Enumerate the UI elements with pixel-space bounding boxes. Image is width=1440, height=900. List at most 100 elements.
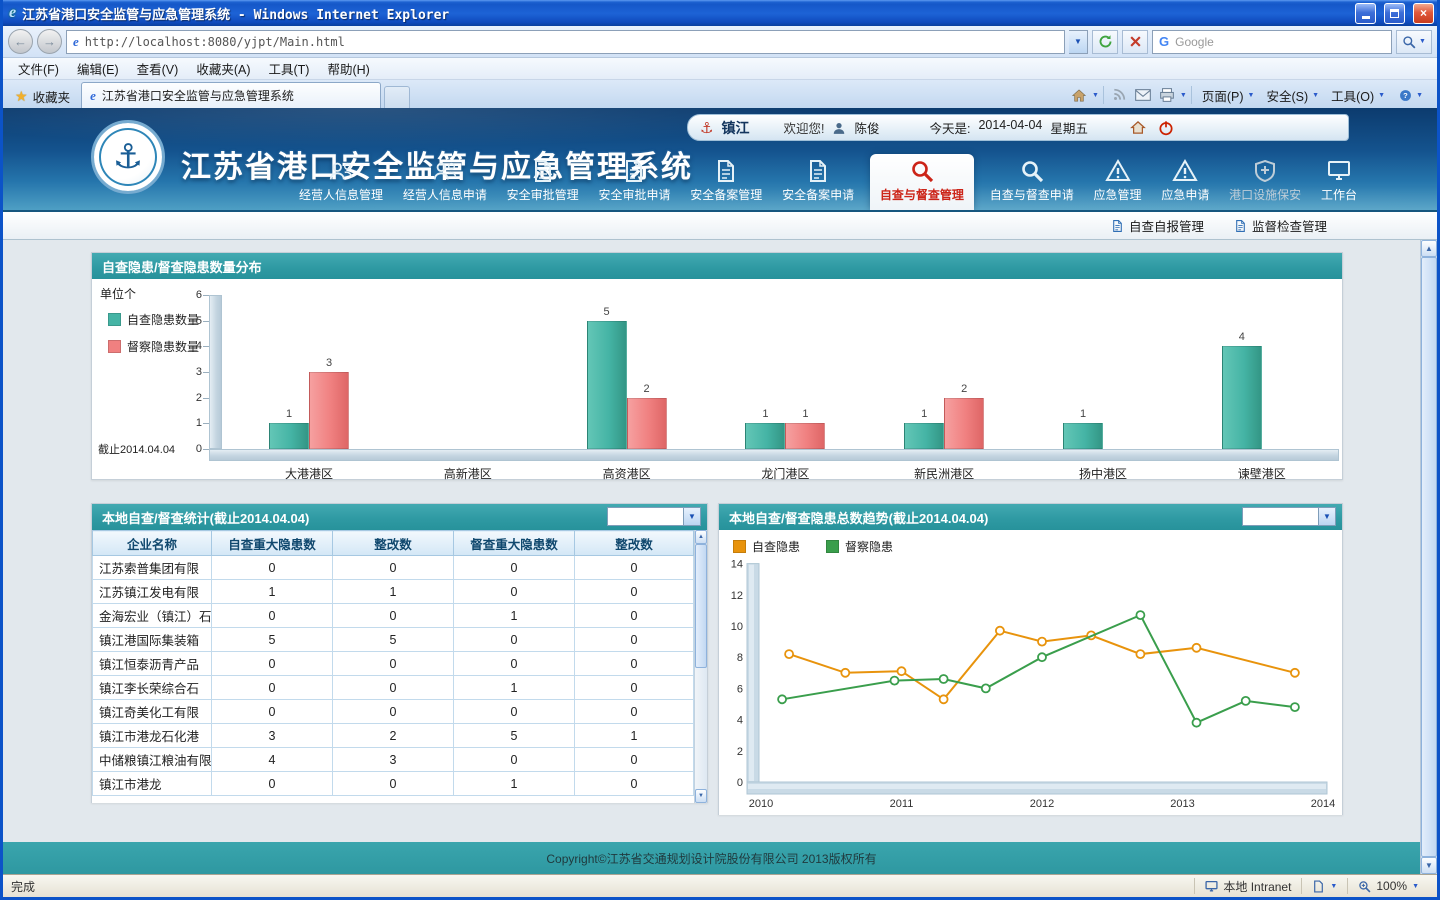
nav-item-operator-info-mgmt[interactable]: 经营人信息管理 [295, 155, 387, 210]
home-button[interactable] [1068, 84, 1090, 106]
nav-item-self-check-supervision-mgmt[interactable]: 自查与督查管理 [870, 154, 974, 210]
page-scrollbar-thumb[interactable] [1421, 257, 1437, 857]
stop-button[interactable] [1122, 30, 1148, 54]
forward-button[interactable]: → [37, 29, 62, 54]
y-axis-tick [203, 321, 209, 322]
nav-item-workbench[interactable]: 工作台 [1317, 155, 1361, 210]
browser-tab[interactable]: e 江苏省港口安全监管与应急管理系统 [81, 82, 381, 108]
zoom-control[interactable]: 100% ▼ [1347, 878, 1429, 894]
table-row[interactable]: 镇江奇美化工有限0000 [93, 700, 694, 724]
value-cell: 3 [333, 748, 454, 772]
maximize-button[interactable] [1384, 3, 1405, 24]
close-button[interactable]: × [1413, 3, 1434, 24]
warning-icon [1105, 159, 1131, 183]
scroll-down-button[interactable]: ▼ [1421, 857, 1437, 874]
address-bar[interactable]: e http://localhost:8080/yjpt/Main.html [66, 30, 1065, 54]
tab-favicon-icon: e [90, 88, 96, 104]
x-axis-category-label: 扬中港区 [1024, 465, 1182, 482]
table-scrollbar[interactable]: ▲ ▼ [694, 530, 707, 803]
page-scrollbar[interactable]: ▲ ▼ [1420, 240, 1437, 874]
company-name-cell: 镇江市港龙石化港 [93, 724, 212, 748]
favorites-button[interactable]: ★ 收藏夹 [7, 84, 78, 108]
command-button-1[interactable]: 安全(S) ▼ [1260, 84, 1325, 106]
table-row[interactable]: 镇江恒泰沥青产品0000 [93, 652, 694, 676]
nav-item-label: 应急申请 [1161, 186, 1209, 203]
cutoff-label: 截止2014.04.04 [98, 441, 175, 457]
nav-item-self-check-supervision-apply[interactable]: 自查与督查申请 [986, 155, 1078, 210]
read-mail-button[interactable] [1132, 84, 1154, 106]
menu-item-3[interactable]: 收藏夹(A) [187, 57, 259, 80]
company-name-cell: 镇江港国际集装箱 [93, 628, 212, 652]
minimize-button[interactable] [1355, 3, 1376, 24]
y-axis-tick-label: 4 [178, 340, 202, 352]
table-row[interactable]: 中储粮镇江粮油有限4300 [93, 748, 694, 772]
menu-item-5[interactable]: 帮助(H) [318, 57, 378, 80]
value-cell: 0 [575, 748, 694, 772]
print-dropdown-icon[interactable]: ▼ [1180, 92, 1187, 99]
home-shortcut-icon[interactable] [1130, 120, 1146, 135]
table-row[interactable]: 镇江李长荣综合石0010 [93, 676, 694, 700]
mode-indicator[interactable]: ▼ [1301, 878, 1347, 894]
submenu-item-self-check-report-mgmt[interactable]: 自查自报管理 [1111, 216, 1204, 235]
window-titlebar: e 江苏省港口安全监管与应急管理系统 - Windows Internet Ex… [3, 0, 1437, 26]
svg-text:2012: 2012 [1030, 798, 1054, 810]
line-chart-legend: 自查隐患督察隐患 [733, 538, 893, 555]
table-row[interactable]: 镇江市港龙石化港3251 [93, 724, 694, 748]
svg-text:0: 0 [737, 777, 743, 789]
trend-filter-select[interactable]: ▼ [1242, 507, 1336, 526]
menu-item-1[interactable]: 编辑(E) [68, 57, 128, 80]
table-scroll-up-button[interactable]: ▲ [695, 530, 707, 544]
doc-icon [621, 159, 647, 183]
nav-item-port-facility-security[interactable]: 港口设施保安 [1225, 155, 1305, 210]
main-content: 自查隐患/督查隐患数量分布 单位个 自查隐患数量督察隐患数量 截止2014.04… [3, 240, 1420, 842]
svg-text:?: ? [1403, 91, 1408, 100]
address-dropdown-button[interactable]: ▼ [1069, 30, 1088, 54]
menu-item-0[interactable]: 文件(F) [9, 57, 68, 80]
svg-text:6: 6 [737, 683, 743, 695]
table-scrollbar-thumb[interactable] [695, 544, 707, 668]
scroll-up-button[interactable]: ▲ [1421, 240, 1437, 257]
nav-item-operator-info-apply[interactable]: 经营人信息申请 [399, 155, 491, 210]
search-box[interactable]: G Google [1152, 30, 1392, 54]
nav-item-emergency-apply[interactable]: 应急申请 [1157, 155, 1213, 210]
table-row[interactable]: 江苏索普集团有限0000 [93, 556, 694, 580]
refresh-button[interactable] [1092, 30, 1118, 54]
monitor-icon [1326, 159, 1352, 183]
command-bar: ▼ ▼ 页面(P) ▼安全(S) ▼工具(O) ▼ ? ▼ [1064, 82, 1433, 108]
back-button[interactable]: ← [8, 29, 33, 54]
quick-tabs-stub[interactable] [384, 86, 410, 108]
tabs-bar: ★ 收藏夹 e 江苏省港口安全监管与应急管理系统 ▼ ▼ 页面(P) ▼安全(S… [3, 80, 1437, 108]
magnifier-icon [1019, 159, 1045, 183]
print-button[interactable] [1156, 84, 1178, 106]
table-row[interactable]: 金海宏业（镇江）石0010 [93, 604, 694, 628]
nav-item-emergency-mgmt[interactable]: 应急管理 [1090, 155, 1146, 210]
logout-icon[interactable] [1158, 120, 1174, 136]
feed-button[interactable] [1108, 84, 1130, 106]
command-button-2[interactable]: 工具(O) ▼ [1325, 84, 1391, 106]
bar-self-check [745, 423, 785, 449]
menu-item-2[interactable]: 查看(V) [128, 57, 188, 80]
stats-filter-select[interactable]: ▼ [607, 507, 701, 526]
stats-table-body: 企业名称自查重大隐患数整改数督查重大隐患数整改数江苏索普集团有限0000江苏镇江… [92, 530, 707, 803]
command-button-0[interactable]: 页面(P) ▼ [1196, 84, 1261, 106]
search-button[interactable]: ▼ [1396, 30, 1432, 54]
table-row[interactable]: 镇江港国际集装箱5500 [93, 628, 694, 652]
doc-icon [805, 159, 831, 183]
nav-item-safety-record-apply[interactable]: 安全备案申请 [778, 155, 858, 210]
home-dropdown-icon[interactable]: ▼ [1092, 92, 1099, 99]
help-button[interactable]: ? ▼ [1393, 84, 1429, 106]
doc-icon [713, 159, 739, 183]
port-name: 镇江 [721, 118, 749, 138]
table-scroll-down-button[interactable]: ▼ [695, 789, 707, 803]
nav-item-safety-approval-apply[interactable]: 安全审批申请 [594, 155, 674, 210]
table-row[interactable]: 江苏镇江发电有限1100 [93, 580, 694, 604]
nav-item-safety-record-mgmt[interactable]: 安全备案管理 [686, 155, 766, 210]
chevron-down-icon: ▼ [683, 508, 700, 525]
submenu-item-supervision-check-mgmt[interactable]: 监督检查管理 [1234, 216, 1327, 235]
bar-self-check [904, 423, 944, 449]
menu-item-4[interactable]: 工具(T) [259, 57, 318, 80]
nav-item-safety-approval-mgmt[interactable]: 安全审批管理 [503, 155, 583, 210]
value-cell: 0 [333, 604, 454, 628]
x-axis-band [209, 449, 1339, 461]
table-row[interactable]: 镇江市港龙0010 [93, 772, 694, 796]
